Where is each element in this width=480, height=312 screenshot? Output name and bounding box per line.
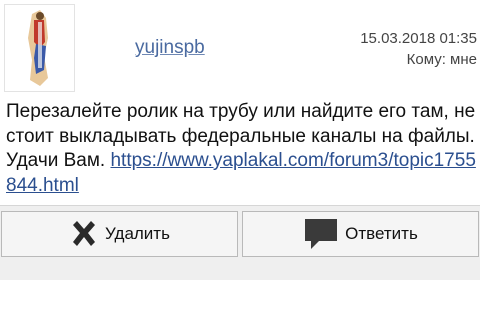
action-bar: Удалить Ответить — [0, 206, 480, 280]
message-body: Перезалейте ролик на трубу или найдите е… — [6, 100, 476, 198]
author-link[interactable]: yujinspb — [135, 37, 205, 59]
message-card: yujinspb 15.03.2018 01:35 Кому: мне Пере… — [0, 0, 480, 206]
reply-label: Ответить — [345, 224, 418, 243]
message-date: 15.03.2018 01:35 — [360, 30, 477, 47]
speech-bubble-icon — [303, 217, 339, 251]
reply-button[interactable]: Ответить — [242, 211, 479, 257]
message-recipient: Кому: мне — [406, 51, 477, 68]
delete-button[interactable]: Удалить — [1, 211, 238, 257]
avatar[interactable] — [4, 4, 75, 92]
x-icon — [69, 219, 99, 249]
avatar-figure-icon — [27, 10, 48, 86]
delete-label: Удалить — [105, 224, 170, 243]
